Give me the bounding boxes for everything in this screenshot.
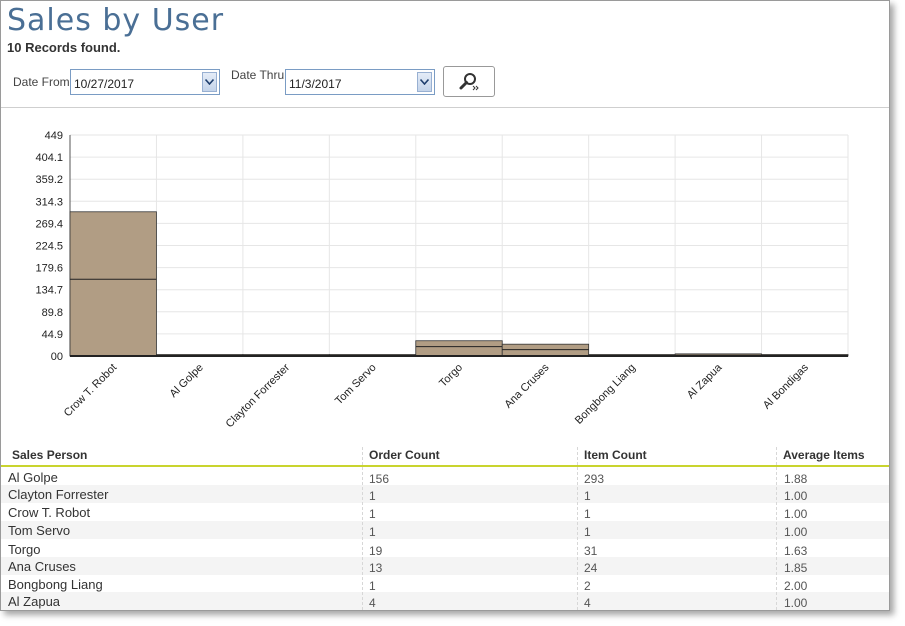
cell-average-items: 1.00 <box>784 525 808 539</box>
x-category-label: Tom Servo <box>333 362 379 408</box>
cell-sales-person: Torgo <box>8 542 41 557</box>
cell-item-count: 1 <box>584 525 591 539</box>
col-header-sales-person[interactable]: Sales Person <box>12 448 87 462</box>
date-from-value[interactable]: 10/27/2017 <box>74 77 134 91</box>
table-row[interactable]: Al Golpe 156 293 1.88 <box>1 468 889 486</box>
bar-item-count <box>69 211 157 357</box>
date-thru-picker[interactable]: 11/3/2017 <box>285 69 435 95</box>
table-row[interactable]: Bongbong Liang 1 2 2.00 <box>1 575 889 593</box>
table-row[interactable]: Crow T. Robot 1 1 1.00 <box>1 503 889 521</box>
cell-item-count: 1 <box>584 507 591 521</box>
x-category-label: Al Bondigas <box>761 361 811 411</box>
x-category-label: Clayton Forrester <box>224 361 293 430</box>
date-thru-value[interactable]: 11/3/2017 <box>289 77 342 91</box>
y-tick-label: 314.3 <box>35 196 63 208</box>
cell-order-count: 1 <box>369 507 376 521</box>
x-category-label: Torgo <box>437 362 465 390</box>
column-divider <box>776 447 778 610</box>
bar-item-count <box>415 340 503 357</box>
cell-item-count: 1 <box>584 489 591 503</box>
y-tick-label: 449 <box>45 130 63 142</box>
col-header-average-items[interactable]: Average Items <box>783 448 865 462</box>
sales-chart: 449 404.1 359.2 314.3 269.4 224.5 179.6 134.7 89… <box>35 130 849 430</box>
cell-average-items: 1.85 <box>784 561 808 575</box>
col-header-order-count[interactable]: Order Count <box>369 448 440 462</box>
date-from-label: Date From <box>13 75 70 89</box>
y-tick-label: 179.6 <box>35 263 63 275</box>
cell-sales-person: Ana Cruses <box>8 559 76 574</box>
cell-sales-person: Clayton Forrester <box>8 487 109 502</box>
cell-sales-person: Crow T. Robot <box>8 505 91 520</box>
table-row[interactable]: Torgo 19 31 1.63 <box>1 540 889 558</box>
y-tick-label: 359.2 <box>35 174 63 186</box>
col-header-item-count[interactable]: Item Count <box>584 448 647 462</box>
cell-item-count: 24 <box>584 561 598 575</box>
search-button[interactable] <box>443 66 495 97</box>
chevron-down-icon[interactable] <box>417 72 432 92</box>
date-from-picker[interactable]: 10/27/2017 <box>70 69 220 95</box>
table-row[interactable]: Al Zapua 4 4 1.00 <box>1 592 889 610</box>
cell-average-items: 1.00 <box>784 596 808 610</box>
x-category-label: Al Zapua <box>685 361 725 401</box>
table-row[interactable]: Ana Cruses 13 24 1.85 <box>1 557 889 575</box>
column-divider <box>577 447 579 610</box>
y-tick-label: 224.5 <box>35 241 63 253</box>
cell-sales-person: Al Golpe <box>8 470 58 485</box>
cell-average-items: 1.00 <box>784 507 808 521</box>
cell-order-count: 1 <box>369 489 376 503</box>
table-row[interactable]: Clayton Forrester 1 1 1.00 <box>1 485 889 503</box>
y-tick-label: 89.8 <box>42 307 63 319</box>
page-title: Sales by User <box>7 3 225 38</box>
cell-average-items: 1.00 <box>784 489 808 503</box>
cell-order-count: 19 <box>369 544 383 558</box>
cell-average-items: 1.63 <box>784 544 808 558</box>
cell-order-count: 1 <box>369 579 376 593</box>
report-window: Sales by User 10 Records found. Date Fro… <box>0 0 890 611</box>
y-tick-label: 44.9 <box>42 329 63 341</box>
chevron-down-icon[interactable] <box>202 72 217 92</box>
cell-sales-person: Al Zapua <box>8 594 61 609</box>
cell-sales-person: Bongbong Liang <box>8 577 103 592</box>
date-thru-label: Date Thru <box>231 68 285 82</box>
cell-sales-person: Tom Servo <box>8 523 71 538</box>
y-tick-label: 404.1 <box>35 152 63 164</box>
x-category-label: Crow T. Robot <box>62 362 120 420</box>
y-tick-label: 134.7 <box>35 285 63 297</box>
cell-order-count: 1 <box>369 525 376 539</box>
table-row[interactable]: Tom Servo 1 1 1.00 <box>1 521 889 539</box>
cell-average-items: 1.88 <box>784 472 808 486</box>
cell-order-count: 4 <box>369 596 376 610</box>
cell-item-count: 31 <box>584 544 598 558</box>
x-category-label: Bongbong Liang <box>573 362 638 427</box>
column-divider <box>362 447 364 610</box>
header-underline <box>1 465 889 467</box>
cell-item-count: 2 <box>584 579 591 593</box>
x-category-label: Al Golpe <box>167 362 205 400</box>
cell-order-count: 156 <box>369 472 390 486</box>
cell-order-count: 13 <box>369 561 383 575</box>
y-tick-label: 00 <box>51 351 63 363</box>
cell-item-count: 4 <box>584 596 591 610</box>
header-divider <box>1 107 889 108</box>
records-count: 10 Records found. <box>7 40 121 55</box>
x-category-label: Ana Cruses <box>502 361 551 410</box>
cell-item-count: 293 <box>584 472 605 486</box>
magnifier-icon <box>459 73 479 91</box>
y-tick-label: 269.4 <box>35 218 63 230</box>
cell-average-items: 2.00 <box>784 579 808 593</box>
